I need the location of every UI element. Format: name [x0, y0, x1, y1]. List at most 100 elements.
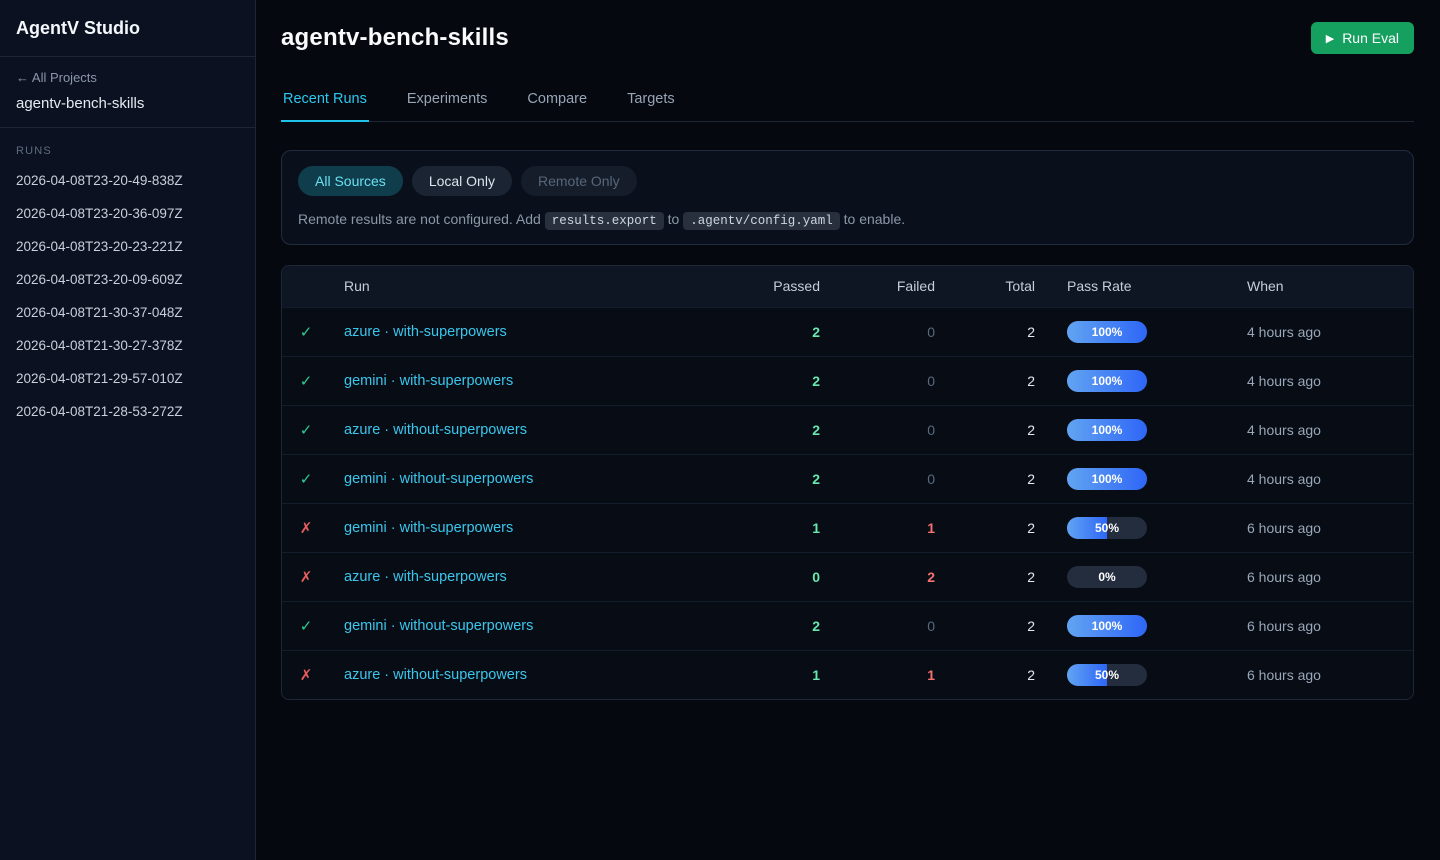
failed-count: 0	[838, 601, 953, 650]
table-row[interactable]: ✗azure · with-superpowers0220%6 hours ag…	[282, 552, 1413, 601]
pass-rate-label: 50%	[1067, 517, 1147, 539]
passed-count: 2	[728, 601, 838, 650]
source-filter-card: All Sources Local Only Remote Only Remote …	[281, 150, 1414, 245]
column-header-pass-rate: Pass Rate	[1053, 266, 1243, 307]
sidebar-run-item[interactable]: 2026-04-08T23-20-09-609Z	[0, 263, 255, 296]
remote-note-text: to enable.	[844, 211, 906, 227]
total-count: 2	[953, 405, 1053, 454]
run-link[interactable]: azure · without-superpowers	[344, 667, 527, 683]
table-row[interactable]: ✗azure · without-superpowers11250%6 hour…	[282, 650, 1413, 699]
passed-count: 2	[728, 307, 838, 356]
sidebar-runs-list: 2026-04-08T23-20-49-838Z2026-04-08T23-20…	[0, 164, 255, 428]
passed-count: 1	[728, 503, 838, 552]
passed-count: 1	[728, 650, 838, 699]
when-value: 4 hours ago	[1243, 307, 1413, 356]
pill-local-only[interactable]: Local Only	[412, 166, 512, 196]
sidebar-header: AgentV Studio	[0, 0, 255, 57]
sidebar-run-item[interactable]: 2026-04-08T23-20-36-097Z	[0, 197, 255, 230]
failed-count: 1	[838, 650, 953, 699]
app-root: AgentV Studio ← All Projects agentv-benc…	[0, 0, 1440, 860]
page-title: agentv-bench-skills	[281, 24, 509, 52]
sidebar-run-item[interactable]: 2026-04-08T23-20-23-221Z	[0, 230, 255, 263]
tab-compare[interactable]: Compare	[525, 81, 589, 121]
sidebar-run-item[interactable]: 2026-04-08T21-29-57-010Z	[0, 362, 255, 395]
pass-rate-pill: 100%	[1067, 468, 1147, 490]
app-title: AgentV Studio	[16, 18, 239, 39]
failed-count: 0	[838, 307, 953, 356]
pass-rate-pill: 100%	[1067, 419, 1147, 441]
table-row[interactable]: ✓azure · without-superpowers202100%4 hou…	[282, 405, 1413, 454]
when-value: 6 hours ago	[1243, 503, 1413, 552]
failed-count: 2	[838, 552, 953, 601]
pass-rate-label: 100%	[1067, 321, 1147, 343]
sidebar-run-item[interactable]: 2026-04-08T21-30-27-378Z	[0, 329, 255, 362]
sidebar-project-section: ← All Projects agentv-bench-skills	[0, 57, 255, 128]
pass-rate-pill: 50%	[1067, 664, 1147, 686]
when-value: 6 hours ago	[1243, 650, 1413, 699]
code-chip-results-export: results.export	[545, 212, 664, 230]
passed-count: 2	[728, 454, 838, 503]
all-projects-link[interactable]: ← All Projects	[16, 70, 239, 85]
pass-rate-label: 100%	[1067, 419, 1147, 441]
when-value: 6 hours ago	[1243, 601, 1413, 650]
when-value: 6 hours ago	[1243, 552, 1413, 601]
tab-recent-runs[interactable]: Recent Runs	[281, 81, 369, 122]
remote-note: Remote results are not configured. Add r…	[298, 211, 1397, 228]
run-link[interactable]: azure · with-superpowers	[344, 569, 507, 585]
pass-rate-label: 100%	[1067, 468, 1147, 490]
play-icon: ▶	[1326, 32, 1334, 45]
pass-rate-pill: 50%	[1067, 517, 1147, 539]
sidebar-project-name: agentv-bench-skills	[16, 95, 239, 112]
table-row[interactable]: ✓azure · with-superpowers202100%4 hours …	[282, 307, 1413, 356]
table-header-row: RunPassedFailedTotalPass RateWhen	[282, 266, 1413, 307]
total-count: 2	[953, 552, 1053, 601]
table-row[interactable]: ✓gemini · without-superpowers202100%4 ho…	[282, 454, 1413, 503]
pass-rate-label: 100%	[1067, 370, 1147, 392]
sidebar-run-item[interactable]: 2026-04-08T21-28-53-272Z	[0, 395, 255, 428]
pass-icon: ✓	[300, 422, 313, 439]
fail-icon: ✗	[300, 667, 313, 684]
tab-targets[interactable]: Targets	[625, 81, 677, 121]
remote-note-text: Remote results are not configured. Add	[298, 211, 541, 227]
pill-all-sources[interactable]: All Sources	[298, 166, 403, 196]
passed-count: 0	[728, 552, 838, 601]
sidebar-run-item[interactable]: 2026-04-08T21-30-37-048Z	[0, 296, 255, 329]
run-link[interactable]: gemini · without-superpowers	[344, 471, 533, 487]
remote-note-text: to	[668, 211, 680, 227]
column-header-status	[282, 266, 330, 307]
main-content: agentv-bench-skills ▶ Run Eval Recent Ru…	[256, 0, 1440, 860]
column-header-passed: Passed	[728, 266, 838, 307]
passed-count: 2	[728, 356, 838, 405]
table-row[interactable]: ✓gemini · with-superpowers202100%4 hours…	[282, 356, 1413, 405]
total-count: 2	[953, 454, 1053, 503]
tabs: Recent Runs Experiments Compare Targets	[281, 81, 1414, 122]
pass-icon: ✓	[300, 373, 313, 390]
when-value: 4 hours ago	[1243, 454, 1413, 503]
sidebar-run-item[interactable]: 2026-04-08T23-20-49-838Z	[0, 164, 255, 197]
when-value: 4 hours ago	[1243, 405, 1413, 454]
column-header-when: When	[1243, 266, 1413, 307]
failed-count: 0	[838, 405, 953, 454]
run-link[interactable]: azure · with-superpowers	[344, 324, 507, 340]
pass-rate-pill: 100%	[1067, 321, 1147, 343]
run-link[interactable]: gemini · without-superpowers	[344, 618, 533, 634]
run-link[interactable]: gemini · with-superpowers	[344, 373, 513, 389]
tab-experiments[interactable]: Experiments	[405, 81, 490, 121]
when-value: 4 hours ago	[1243, 356, 1413, 405]
pill-remote-only[interactable]: Remote Only	[521, 166, 637, 196]
total-count: 2	[953, 307, 1053, 356]
failed-count: 0	[838, 454, 953, 503]
run-link[interactable]: gemini · with-superpowers	[344, 520, 513, 536]
fail-icon: ✗	[300, 569, 313, 586]
run-link[interactable]: azure · without-superpowers	[344, 422, 527, 438]
table-row[interactable]: ✗gemini · with-superpowers11250%6 hours …	[282, 503, 1413, 552]
run-eval-button[interactable]: ▶ Run Eval	[1311, 22, 1414, 54]
main-header: agentv-bench-skills ▶ Run Eval	[281, 22, 1414, 54]
pass-rate-label: 0%	[1067, 566, 1147, 588]
source-pills: All Sources Local Only Remote Only	[298, 166, 1397, 196]
column-header-failed: Failed	[838, 266, 953, 307]
table-row[interactable]: ✓gemini · without-superpowers202100%6 ho…	[282, 601, 1413, 650]
pass-rate-pill: 100%	[1067, 615, 1147, 637]
column-header-run: Run	[330, 266, 728, 307]
total-count: 2	[953, 650, 1053, 699]
